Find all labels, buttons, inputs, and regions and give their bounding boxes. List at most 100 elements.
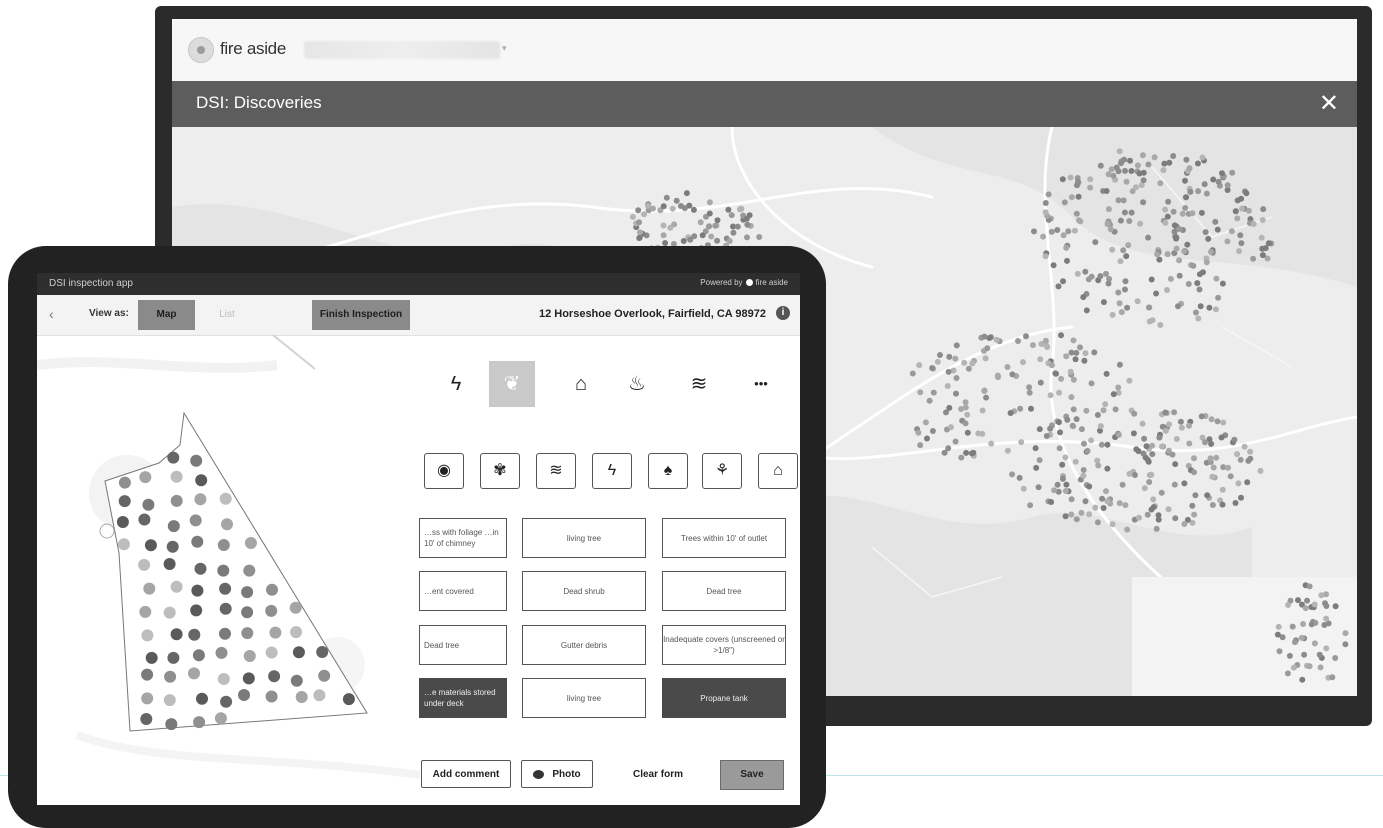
discovery-marker[interactable] bbox=[1259, 252, 1266, 259]
discovery-marker[interactable] bbox=[1173, 436, 1180, 442]
discovery-marker[interactable] bbox=[981, 333, 988, 340]
discovery-marker[interactable] bbox=[1037, 356, 1044, 363]
discovery-marker[interactable] bbox=[1164, 287, 1170, 293]
discovery-marker[interactable] bbox=[1141, 485, 1148, 492]
discovery-marker[interactable] bbox=[1204, 492, 1211, 499]
discovery-marker[interactable] bbox=[1193, 309, 1199, 316]
parcel-marker[interactable] bbox=[289, 601, 302, 614]
parcel-marker[interactable] bbox=[318, 669, 331, 682]
save-button[interactable]: Save bbox=[720, 760, 784, 790]
plant-icon[interactable]: ✾ bbox=[480, 453, 520, 489]
parcel-marker[interactable] bbox=[266, 583, 278, 596]
discovery-marker[interactable] bbox=[945, 445, 952, 452]
discovery-marker[interactable] bbox=[982, 355, 989, 362]
view-map-tab[interactable]: Map bbox=[138, 300, 195, 330]
discovery-marker[interactable] bbox=[1176, 257, 1183, 264]
discovery-marker[interactable] bbox=[1155, 516, 1162, 523]
parcel-marker[interactable] bbox=[139, 605, 152, 618]
parcel-marker[interactable] bbox=[163, 558, 176, 570]
discovery-marker[interactable] bbox=[1124, 526, 1131, 533]
discovery-marker[interactable] bbox=[1207, 455, 1214, 462]
discovery-marker[interactable] bbox=[1232, 208, 1239, 215]
discovery-marker[interactable] bbox=[1184, 241, 1191, 248]
discovery-marker[interactable] bbox=[1042, 253, 1049, 260]
observation-button[interactable]: …ss with foliage …in 10' of chimney bbox=[419, 518, 507, 558]
discovery-marker[interactable] bbox=[953, 390, 959, 397]
parcel-marker[interactable] bbox=[165, 718, 178, 731]
discovery-marker[interactable] bbox=[1265, 240, 1272, 247]
discovery-marker[interactable] bbox=[728, 212, 735, 219]
discovery-marker[interactable] bbox=[1072, 458, 1079, 465]
observation-button[interactable]: Dead tree bbox=[419, 625, 507, 665]
discovery-marker[interactable] bbox=[1020, 485, 1027, 492]
discovery-marker[interactable] bbox=[636, 235, 643, 242]
discovery-marker[interactable] bbox=[1225, 464, 1231, 471]
view-list-tab[interactable]: List bbox=[195, 300, 259, 330]
discovery-marker[interactable] bbox=[1250, 255, 1257, 262]
lightning-icon[interactable]: ϟ bbox=[592, 453, 632, 489]
parcel-marker[interactable] bbox=[215, 646, 228, 659]
discovery-marker[interactable] bbox=[1181, 248, 1188, 255]
parcel-marker[interactable] bbox=[163, 694, 176, 707]
water-icon[interactable]: ≋ bbox=[536, 453, 576, 489]
parcel-marker[interactable] bbox=[316, 646, 329, 658]
discovery-marker[interactable] bbox=[1030, 342, 1036, 349]
discovery-marker[interactable] bbox=[1043, 433, 1050, 439]
discovery-marker[interactable] bbox=[1149, 451, 1156, 458]
discovery-marker[interactable] bbox=[714, 217, 721, 224]
discovery-marker[interactable] bbox=[937, 352, 943, 358]
discovery-marker[interactable] bbox=[1087, 176, 1094, 183]
discovery-marker[interactable] bbox=[1128, 168, 1135, 174]
discovery-marker[interactable] bbox=[1213, 306, 1219, 313]
discovery-marker[interactable] bbox=[1082, 498, 1089, 505]
discovery-marker[interactable] bbox=[756, 234, 763, 240]
parcel-marker[interactable] bbox=[145, 651, 158, 664]
parcel-marker[interactable] bbox=[170, 494, 183, 507]
discovery-marker[interactable] bbox=[1055, 283, 1062, 290]
discovery-marker[interactable] bbox=[1164, 251, 1171, 258]
discovery-marker[interactable] bbox=[660, 203, 667, 210]
discovery-marker[interactable] bbox=[1120, 247, 1127, 254]
parcel-marker[interactable] bbox=[196, 692, 208, 705]
parcel-marker[interactable] bbox=[166, 540, 179, 553]
discovery-marker[interactable] bbox=[1136, 514, 1142, 521]
close-icon[interactable]: ✕ bbox=[1319, 89, 1339, 118]
discovery-marker[interactable] bbox=[1236, 248, 1243, 255]
parcel-marker[interactable] bbox=[217, 564, 230, 577]
discovery-marker[interactable] bbox=[1185, 281, 1192, 287]
discovery-marker[interactable] bbox=[1173, 245, 1180, 252]
discovery-marker[interactable] bbox=[706, 223, 713, 230]
discovery-marker[interactable] bbox=[673, 197, 680, 204]
parcel-marker[interactable] bbox=[194, 562, 207, 575]
chevron-down-icon[interactable]: ▾ bbox=[502, 43, 507, 54]
parcel-marker[interactable] bbox=[295, 691, 308, 703]
discovery-marker[interactable] bbox=[1332, 655, 1339, 661]
discovery-marker[interactable] bbox=[1201, 181, 1208, 188]
finish-inspection-button[interactable]: Finish Inspection bbox=[312, 300, 410, 330]
discovery-marker[interactable] bbox=[1068, 511, 1075, 518]
leaf-icon[interactable]: ❦ bbox=[489, 361, 535, 407]
discovery-marker[interactable] bbox=[1060, 278, 1066, 285]
parcel-marker[interactable] bbox=[170, 580, 183, 593]
discovery-marker[interactable] bbox=[1063, 244, 1070, 251]
discovery-marker[interactable] bbox=[1137, 220, 1144, 227]
parcel-marker[interactable] bbox=[142, 498, 155, 511]
parcel-marker[interactable] bbox=[191, 535, 204, 548]
discovery-marker[interactable] bbox=[1059, 176, 1066, 183]
discovery-marker[interactable] bbox=[1232, 500, 1239, 506]
discovery-marker[interactable] bbox=[1126, 377, 1133, 384]
discovery-marker[interactable] bbox=[1200, 269, 1206, 276]
discovery-marker[interactable] bbox=[1151, 154, 1158, 161]
discovery-marker[interactable] bbox=[965, 365, 972, 372]
discovery-marker[interactable] bbox=[1051, 487, 1058, 494]
discovery-marker[interactable] bbox=[1210, 464, 1217, 471]
discovery-marker[interactable] bbox=[944, 383, 951, 389]
discovery-marker[interactable] bbox=[1208, 416, 1215, 423]
discovery-marker[interactable] bbox=[1260, 206, 1267, 213]
discovery-marker[interactable] bbox=[1080, 472, 1087, 479]
discovery-marker[interactable] bbox=[1219, 280, 1226, 287]
discovery-marker[interactable] bbox=[1144, 511, 1151, 518]
discovery-marker[interactable] bbox=[1094, 519, 1101, 526]
parcel-marker[interactable] bbox=[167, 520, 180, 533]
discovery-marker[interactable] bbox=[1295, 597, 1301, 604]
